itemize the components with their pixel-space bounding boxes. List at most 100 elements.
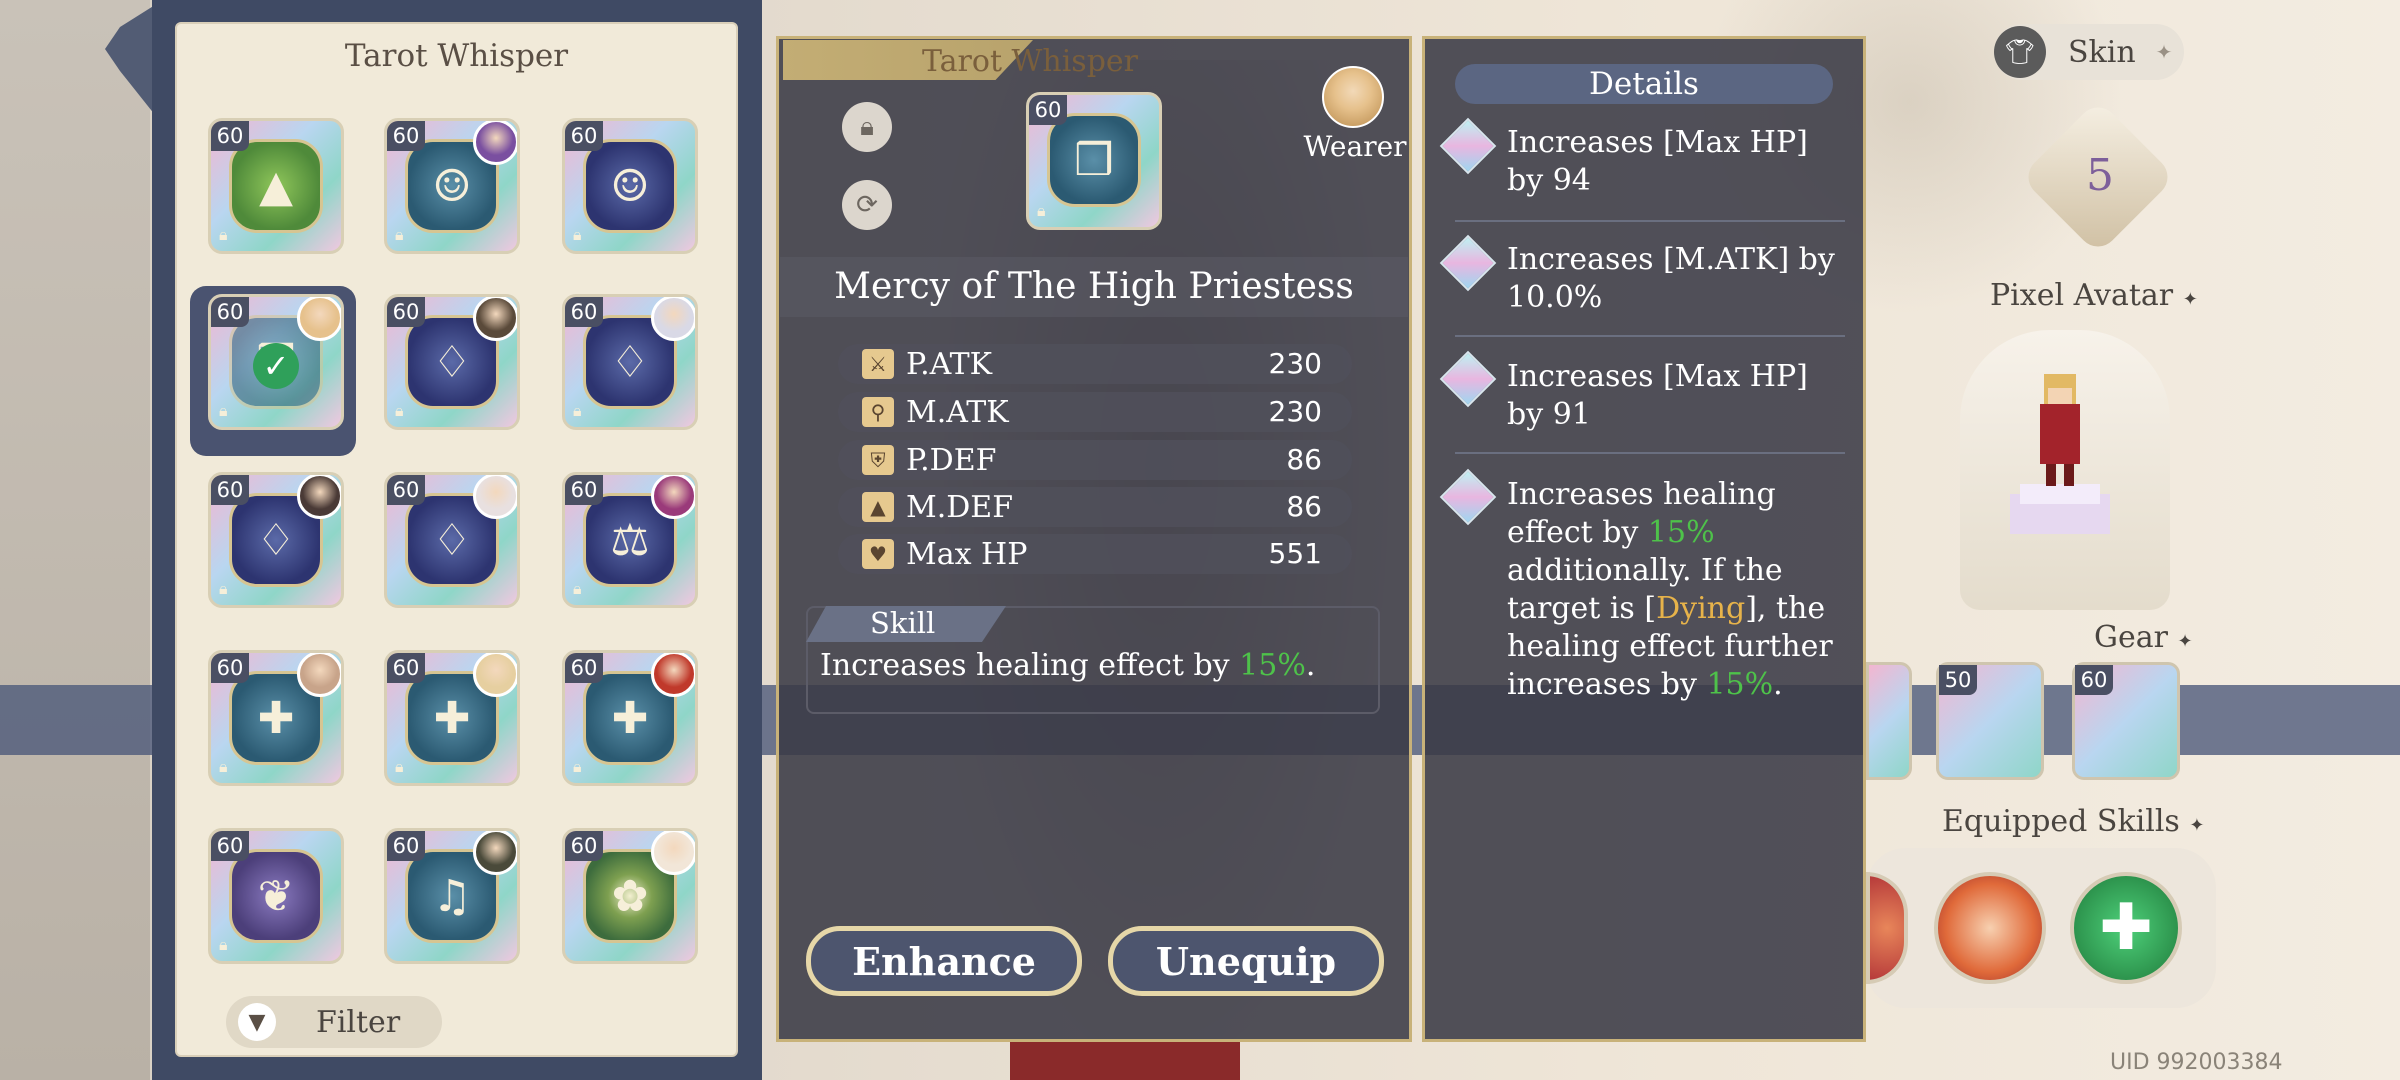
divider [1455, 452, 1845, 454]
enhance-button[interactable]: Enhance [806, 926, 1082, 996]
lock-icon: 🔒︎ [219, 579, 228, 598]
detail-entry-line: effect by 15% [1507, 515, 1715, 550]
healing-bonus-value: 15% [1647, 515, 1715, 550]
stat-row: ♥ Max HP 551 [838, 534, 1352, 574]
checkmark-icon: ✓ [253, 343, 299, 389]
swap-button[interactable]: ⟳ [842, 180, 892, 230]
skin-button[interactable]: 👕︎ Skin ✦ [1994, 24, 2184, 80]
lock-icon: 🔒︎ [573, 225, 582, 244]
tarot-card[interactable]: ♢ 60 🔒︎ [384, 294, 520, 430]
wearer-avatar[interactable] [1322, 66, 1384, 128]
sparkle-icon: ✦ [2177, 631, 2193, 652]
tarot-card[interactable]: ✚ 60 🔒︎ [208, 650, 344, 786]
tarot-card[interactable]: ☺ 60 🔒︎ [562, 118, 698, 254]
lock-icon: 🔒︎ [395, 225, 404, 244]
heal-skill-orb[interactable]: ✚ [2070, 872, 2182, 984]
card-level-badge: 60 [211, 121, 249, 151]
detail-entry-line: by 94 [1507, 163, 1591, 198]
detail-entry-4: Increases healing effect by 15% addition… [1507, 476, 1837, 704]
hat-icon: ▲ [862, 492, 894, 522]
wearer-label: Wearer [1303, 130, 1407, 163]
gear-slot-3[interactable]: 60 [2072, 662, 2180, 780]
divider [1455, 220, 1845, 222]
owner-avatar [651, 653, 695, 697]
owner-avatar [651, 831, 695, 875]
detail-entry-1: Increases [Max HP] by 94 [1507, 124, 1837, 200]
owner-avatar [297, 297, 341, 341]
tarot-card[interactable]: ☺ 60 🔒︎ [384, 118, 520, 254]
card-level-badge: 60 [211, 653, 249, 683]
shirt-icon: 👕︎ [1994, 26, 2046, 78]
card-level-badge: 60 [565, 475, 603, 505]
filter-button[interactable]: ▼ Filter [226, 996, 442, 1048]
lock-icon: 🔒︎ [219, 935, 228, 954]
heart-icon: ♥ [862, 539, 894, 569]
tarot-card[interactable]: ♢ 60 [384, 472, 520, 608]
stat-row: ⚲ M.ATK 230 [838, 392, 1352, 432]
stat-value: 86 [1286, 443, 1322, 476]
level-badge-number: 5 [2086, 150, 2114, 201]
lock-icon: 🔒︎ [573, 579, 582, 598]
swap-icon: ⟳ [856, 190, 878, 220]
stat-value: 230 [1268, 347, 1322, 380]
plus-icon: ✚ [2099, 891, 2153, 965]
equipped-skills-label: Equipped Skills ✦ [1942, 804, 2205, 839]
tarot-card[interactable]: ▲ 60 🔒︎ [208, 118, 344, 254]
stat-name: Max HP [906, 537, 1028, 572]
card-level-badge: 60 [565, 653, 603, 683]
gear-slot-2[interactable]: 50 [1936, 662, 2044, 780]
tarot-card[interactable]: ♢ 60 🔒︎ [208, 472, 344, 608]
unequip-button[interactable]: Unequip [1108, 926, 1384, 996]
detail-entry-line: additionally. If the [1507, 553, 1783, 588]
pixel-avatar-figure [2010, 374, 2110, 534]
owner-avatar [473, 297, 517, 341]
background-left [0, 0, 150, 1080]
detail-entry-line: target is [Dying], the [1507, 591, 1826, 626]
filter-label: Filter [316, 1004, 401, 1040]
tarot-card[interactable]: ♢ 60 🔒︎ [562, 294, 698, 430]
selected-tarot-card: ❒ 60 🔒︎ [1026, 92, 1162, 230]
dying-status-text: Dying [1656, 591, 1746, 626]
tarot-card[interactable]: ✿ 60 [562, 828, 698, 964]
gear-level-badge: 50 [1939, 665, 1977, 695]
card-level-badge: 60 [387, 121, 425, 151]
owner-avatar [651, 475, 695, 519]
item-name: Mercy of The High Priestess [780, 257, 1408, 317]
lock-toggle-button[interactable]: 🔒︎ [842, 102, 892, 152]
details-title: Details [1455, 64, 1833, 104]
card-level-badge: 60 [387, 831, 425, 861]
owner-avatar [473, 121, 517, 165]
card-level-badge: 60 [387, 653, 425, 683]
skill-text-suffix: . [1305, 648, 1316, 683]
tarot-card[interactable]: ✚ 60 🔒︎ [562, 650, 698, 786]
tarot-card[interactable]: ♫ 60 [384, 828, 520, 964]
tarot-card[interactable]: ❒60🔒︎✓ [208, 294, 344, 430]
tarot-list-title: Tarot Whisper [344, 38, 569, 74]
skill-orb-2[interactable] [1934, 872, 2046, 984]
tarot-card[interactable]: ✚ 60 🔒︎ [384, 650, 520, 786]
stat-name: M.ATK [906, 395, 1009, 430]
stat-row: ▲ M.DEF 86 [838, 487, 1352, 527]
skill-title: Skill [870, 606, 936, 640]
card-level-badge: 60 [387, 297, 425, 327]
detail-entry-2: Increases [M.ATK] by 10.0% [1507, 241, 1837, 317]
tarot-card[interactable]: ⚖ 60 🔒︎ [562, 472, 698, 608]
stat-value: 86 [1286, 490, 1322, 523]
lock-icon: 🔒︎ [395, 757, 404, 776]
navy-portrait-icon: ☺ [610, 160, 650, 212]
owner-avatar [297, 653, 341, 697]
card-level-badge: 60 [211, 475, 249, 505]
card-level-badge: 60 [211, 297, 249, 327]
scroll-icon: ❒ [1074, 134, 1114, 186]
gear-slot-1[interactable] [1866, 662, 1912, 780]
owner-avatar [297, 475, 341, 519]
sparkle-icon: ✦ [2182, 289, 2198, 310]
skin-label: Skin [2068, 34, 2136, 70]
stat-row: ⛨ P.DEF 86 [838, 440, 1352, 480]
gear-label: Gear ✦ [2094, 620, 2193, 655]
tarot-card[interactable]: ❦ 60 🔒︎ [208, 828, 344, 964]
card-level-badge: 60 [1029, 95, 1067, 125]
skill-value: 15% [1239, 648, 1306, 683]
detail-entry-line: Increases [Max HP] [1507, 359, 1808, 394]
item-detail-tab-label: Tarot Whisper [921, 44, 1138, 79]
